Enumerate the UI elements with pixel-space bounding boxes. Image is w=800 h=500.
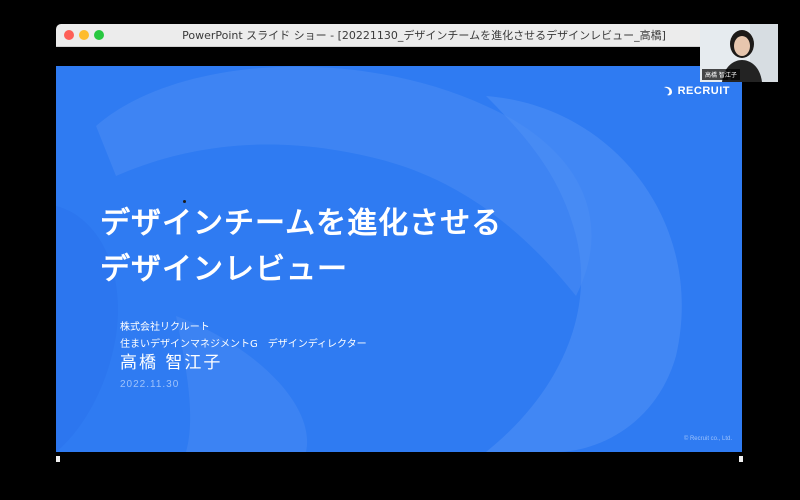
slide-title-line-2: デザインレビュー: [100, 252, 348, 287]
slide-title-line-1: デザインチームを進化させる: [100, 206, 503, 241]
recruit-logo-icon: [663, 86, 672, 96]
webcam-participant-name: 高橋 智江子: [702, 69, 740, 80]
recruit-logo-text: RECRUIT: [677, 85, 730, 97]
window-title: PowerPoint スライド ショー - [20221130_デザインチームを…: [182, 29, 666, 42]
slide-copyright: © Recruit co., Ltd.: [683, 436, 732, 442]
presenter-company: 株式会社リクルート: [120, 322, 210, 333]
minimize-window-button[interactable]: [79, 30, 89, 40]
presenter-name: 高橋 智江子: [120, 353, 223, 373]
slide-top-margin: [56, 47, 742, 65]
bg-shape-swirl-left: [56, 206, 118, 452]
webcam-preview[interactable]: 高橋 智江子: [700, 24, 778, 82]
window-resize-handle-right: [739, 456, 743, 462]
mouse-pointer: [183, 200, 186, 203]
recruit-logo: RECRUIT: [662, 85, 730, 97]
presentation-date: 2022.11.30: [120, 379, 180, 390]
slideshow-window: PowerPoint スライド ショー - [20221130_デザインチームを…: [56, 24, 742, 452]
maximize-window-button[interactable]: [94, 30, 104, 40]
window-resize-handle-left: [56, 456, 60, 462]
close-window-button[interactable]: [64, 30, 74, 40]
presentation-slide[interactable]: RECRUIT デザインチームを進化させる デザインレビュー 株式会社リクルート…: [56, 66, 742, 452]
window-titlebar[interactable]: PowerPoint スライド ショー - [20221130_デザインチームを…: [56, 24, 742, 47]
